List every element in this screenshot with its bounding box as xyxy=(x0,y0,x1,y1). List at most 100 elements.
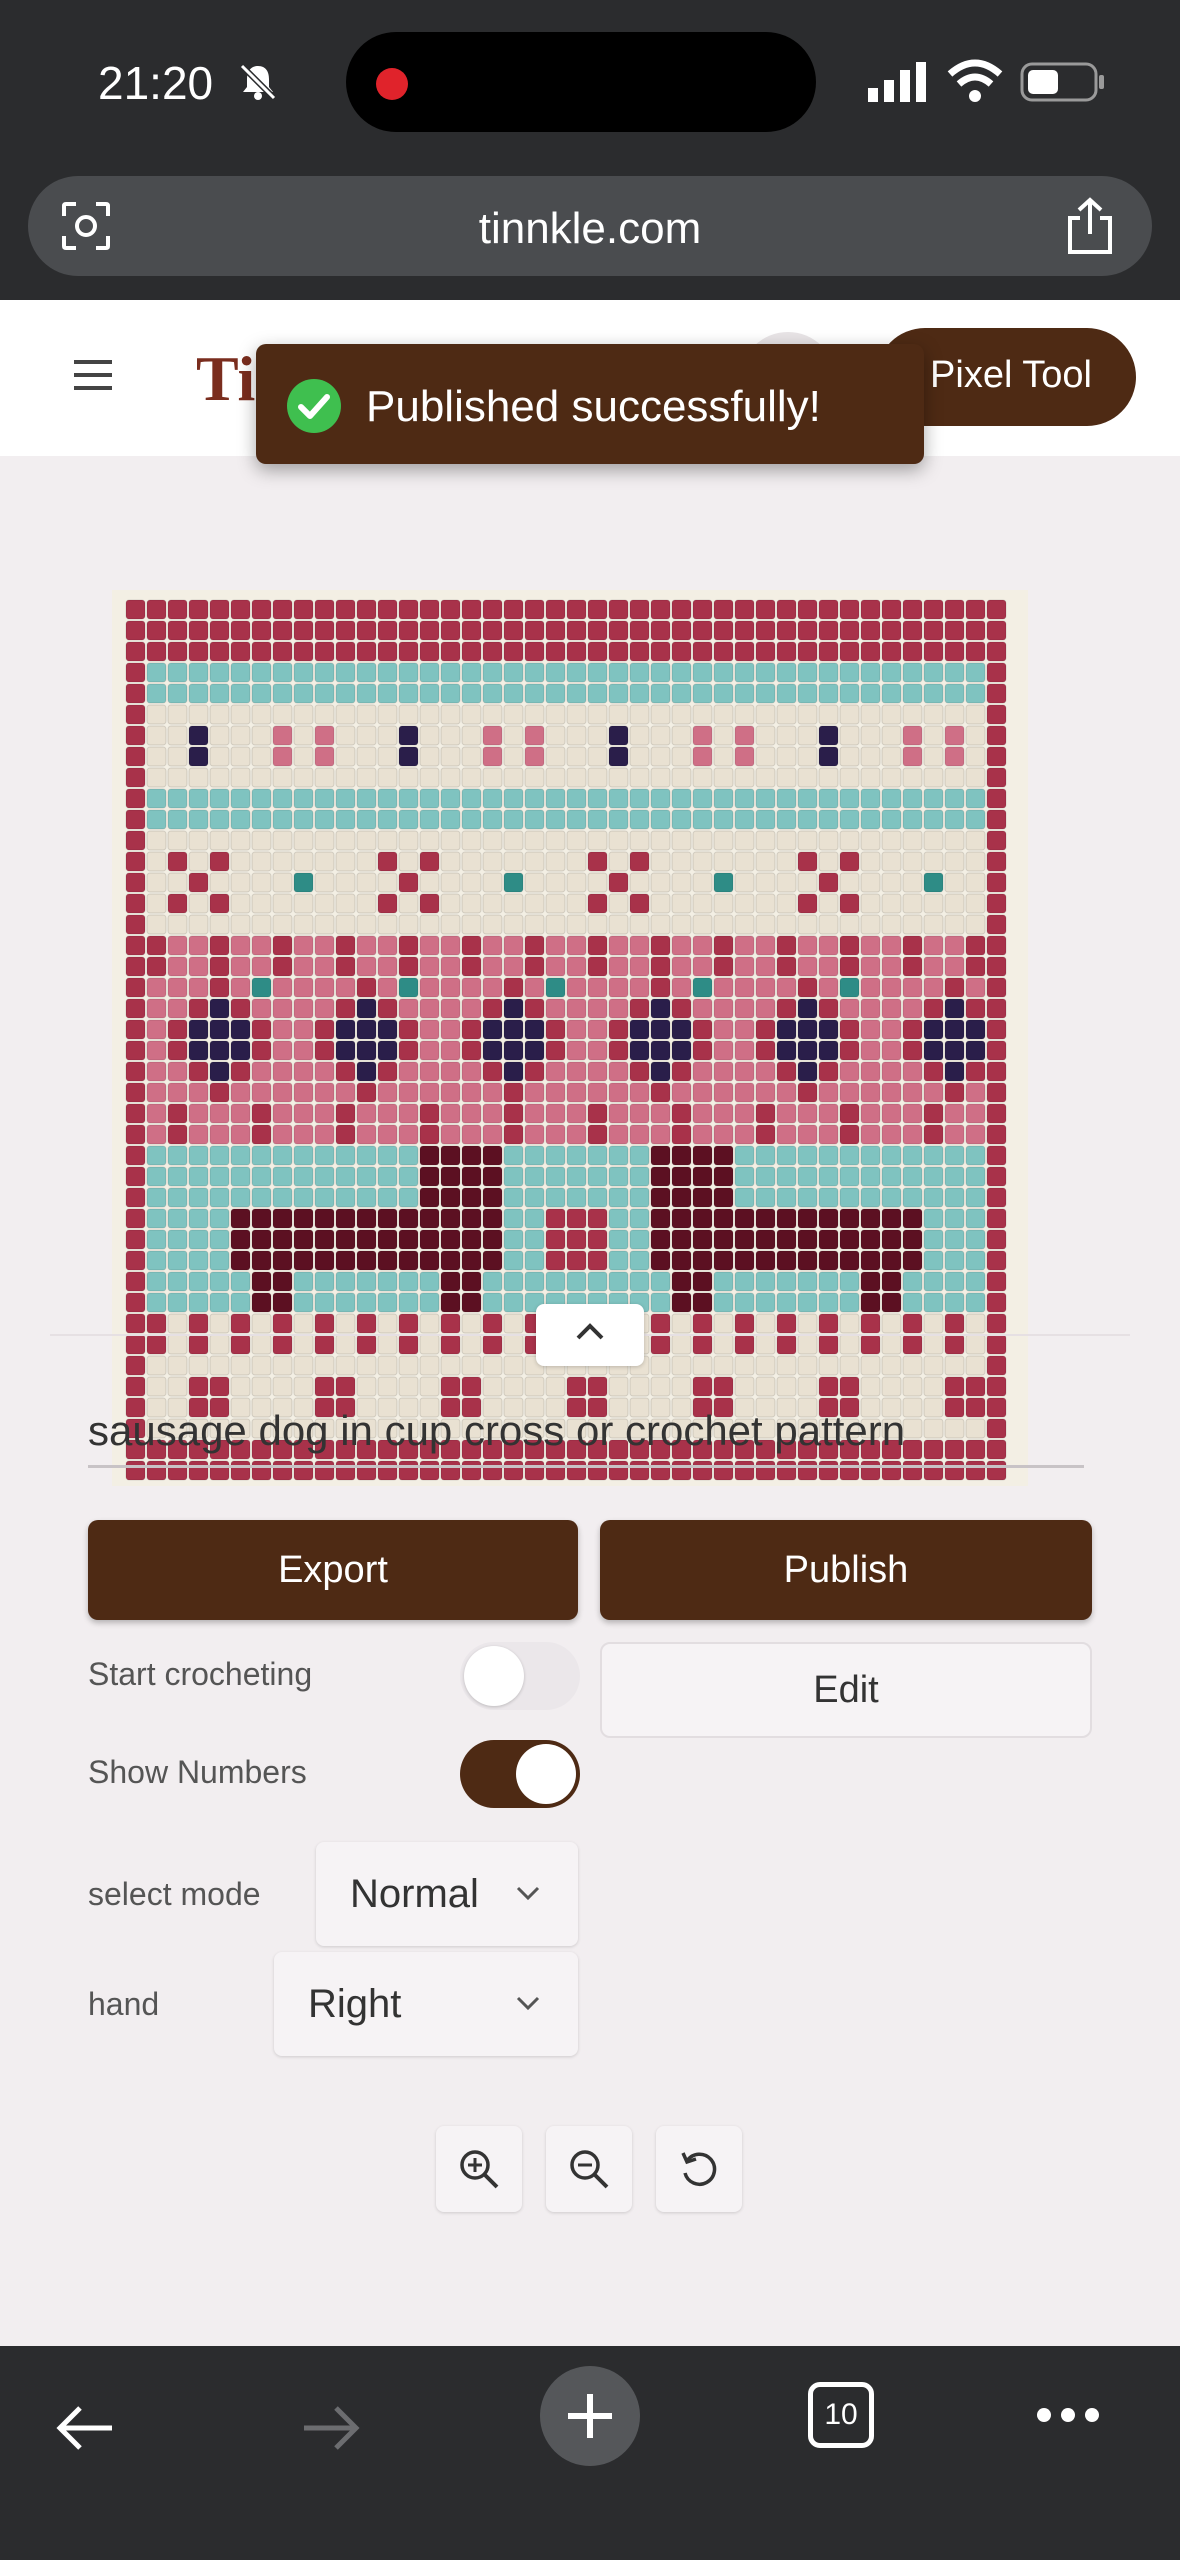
pattern-cell[interactable] xyxy=(692,1229,713,1250)
pattern-cell[interactable] xyxy=(314,1019,335,1040)
pattern-cell[interactable] xyxy=(608,830,629,851)
pattern-cell[interactable] xyxy=(692,620,713,641)
pattern-cell[interactable] xyxy=(377,872,398,893)
pattern-cell[interactable] xyxy=(251,683,272,704)
pattern-cell[interactable] xyxy=(566,1166,587,1187)
pattern-cell[interactable] xyxy=(587,1103,608,1124)
pattern-cell[interactable] xyxy=(251,893,272,914)
pattern-cell[interactable] xyxy=(419,1250,440,1271)
pattern-cell[interactable] xyxy=(251,1271,272,1292)
pattern-cell[interactable] xyxy=(125,830,146,851)
pattern-cell[interactable] xyxy=(419,1334,440,1355)
pattern-cell[interactable] xyxy=(860,599,881,620)
pattern-cell[interactable] xyxy=(398,1313,419,1334)
pattern-cell[interactable] xyxy=(188,851,209,872)
pattern-cell[interactable] xyxy=(524,1061,545,1082)
pattern-cell[interactable] xyxy=(230,893,251,914)
pattern-cell[interactable] xyxy=(335,1040,356,1061)
pattern-cell[interactable] xyxy=(734,1187,755,1208)
pattern-cell[interactable] xyxy=(461,956,482,977)
pattern-cell[interactable] xyxy=(692,1250,713,1271)
pattern-cell[interactable] xyxy=(650,1166,671,1187)
pattern-cell[interactable] xyxy=(713,704,734,725)
pattern-cell[interactable] xyxy=(797,1103,818,1124)
pattern-cell[interactable] xyxy=(461,872,482,893)
pattern-cell[interactable] xyxy=(776,1145,797,1166)
pattern-cell[interactable] xyxy=(398,1040,419,1061)
pattern-cell[interactable] xyxy=(860,1061,881,1082)
pattern-cell[interactable] xyxy=(146,725,167,746)
pattern-cell[interactable] xyxy=(356,935,377,956)
pattern-cell[interactable] xyxy=(377,1250,398,1271)
pattern-cell[interactable] xyxy=(398,767,419,788)
pattern-cell[interactable] xyxy=(965,599,986,620)
pattern-cell[interactable] xyxy=(629,1376,650,1397)
pattern-cell[interactable] xyxy=(923,914,944,935)
pattern-cell[interactable] xyxy=(965,830,986,851)
pattern-cell[interactable] xyxy=(608,620,629,641)
pattern-cell[interactable] xyxy=(797,1250,818,1271)
pattern-cell[interactable] xyxy=(902,599,923,620)
pattern-cell[interactable] xyxy=(797,662,818,683)
pattern-cell[interactable] xyxy=(986,704,1007,725)
pattern-cell[interactable] xyxy=(608,1145,629,1166)
pattern-cell[interactable] xyxy=(902,1334,923,1355)
pattern-cell[interactable] xyxy=(986,1334,1007,1355)
pattern-cell[interactable] xyxy=(839,1061,860,1082)
pattern-cell[interactable] xyxy=(482,956,503,977)
pattern-cell[interactable] xyxy=(671,977,692,998)
pattern-cell[interactable] xyxy=(209,641,230,662)
pattern-cell[interactable] xyxy=(524,1376,545,1397)
pattern-cell[interactable] xyxy=(293,1376,314,1397)
pattern-cell[interactable] xyxy=(839,1082,860,1103)
pattern-cell[interactable] xyxy=(314,914,335,935)
pattern-cell[interactable] xyxy=(230,809,251,830)
pattern-cell[interactable] xyxy=(314,704,335,725)
pattern-cell[interactable] xyxy=(377,1292,398,1313)
pattern-cell[interactable] xyxy=(545,914,566,935)
pattern-cell[interactable] xyxy=(440,704,461,725)
pattern-cell[interactable] xyxy=(545,1103,566,1124)
pattern-cell[interactable] xyxy=(461,1124,482,1145)
pattern-cell[interactable] xyxy=(293,998,314,1019)
pattern-cell[interactable] xyxy=(482,851,503,872)
pattern-cell[interactable] xyxy=(377,662,398,683)
pattern-cell[interactable] xyxy=(398,1019,419,1040)
pattern-cell[interactable] xyxy=(167,1292,188,1313)
pattern-cell[interactable] xyxy=(986,1313,1007,1334)
pattern-cell[interactable] xyxy=(692,704,713,725)
pattern-cell[interactable] xyxy=(839,851,860,872)
pattern-cell[interactable] xyxy=(818,935,839,956)
pattern-cell[interactable] xyxy=(461,767,482,788)
pattern-cell[interactable] xyxy=(209,893,230,914)
pattern-cell[interactable] xyxy=(818,1313,839,1334)
pattern-cell[interactable] xyxy=(188,641,209,662)
pattern-cell[interactable] xyxy=(713,1229,734,1250)
pattern-cell[interactable] xyxy=(146,1334,167,1355)
pattern-cell[interactable] xyxy=(986,1355,1007,1376)
pattern-cell[interactable] xyxy=(377,935,398,956)
pattern-cell[interactable] xyxy=(923,1292,944,1313)
pattern-cell[interactable] xyxy=(209,1334,230,1355)
pattern-cell[interactable] xyxy=(377,788,398,809)
pattern-cell[interactable] xyxy=(419,872,440,893)
pattern-cell[interactable] xyxy=(482,1376,503,1397)
pattern-cell[interactable] xyxy=(650,1250,671,1271)
pattern-cell[interactable] xyxy=(440,1103,461,1124)
pattern-cell[interactable] xyxy=(209,1271,230,1292)
pattern-cell[interactable] xyxy=(356,683,377,704)
pattern-cell[interactable] xyxy=(482,1103,503,1124)
pattern-cell[interactable] xyxy=(272,809,293,830)
pattern-cell[interactable] xyxy=(524,683,545,704)
pattern-cell[interactable] xyxy=(650,809,671,830)
pattern-cell[interactable] xyxy=(902,767,923,788)
pattern-cell[interactable] xyxy=(881,977,902,998)
pattern-cell[interactable] xyxy=(965,851,986,872)
pattern-cell[interactable] xyxy=(335,956,356,977)
pattern-cell[interactable] xyxy=(419,1229,440,1250)
pattern-cell[interactable] xyxy=(797,1082,818,1103)
pattern-cell[interactable] xyxy=(776,1355,797,1376)
pattern-cell[interactable] xyxy=(503,1208,524,1229)
pattern-cell[interactable] xyxy=(188,599,209,620)
pattern-cell[interactable] xyxy=(167,1145,188,1166)
